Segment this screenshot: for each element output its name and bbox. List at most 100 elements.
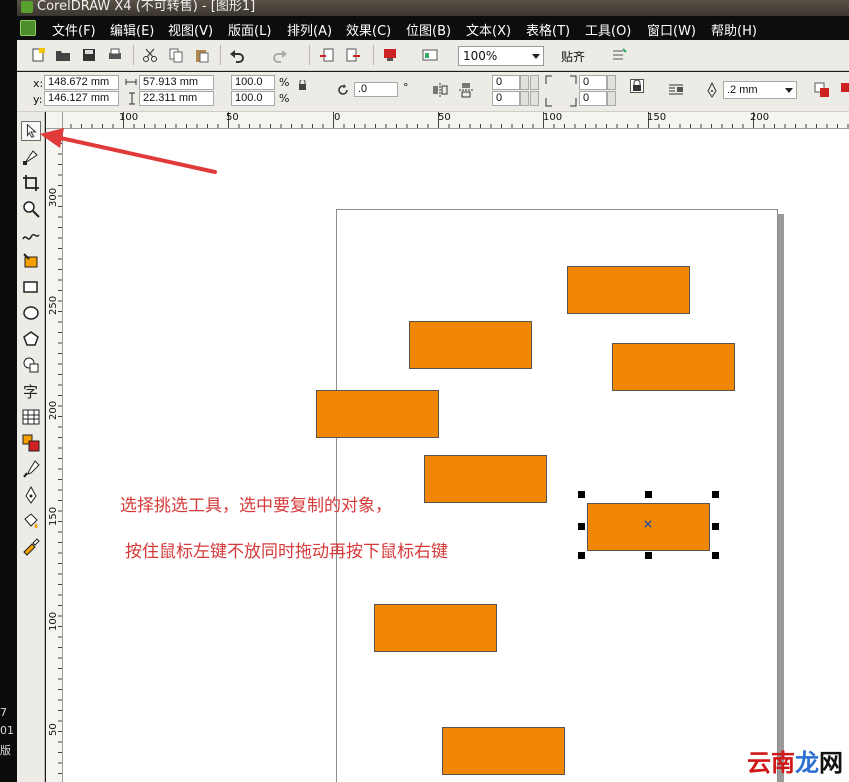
to-back-icon[interactable] [840, 82, 849, 98]
options-icon[interactable] [611, 47, 627, 63]
menu-file[interactable]: 文件(F) [52, 20, 96, 39]
freehand-tool-icon[interactable] [21, 225, 41, 245]
ellipse-tool-icon[interactable] [21, 303, 41, 323]
polygon-tool-icon[interactable] [21, 329, 41, 349]
orange-rectangle[interactable] [409, 321, 532, 369]
corner-radius-bottom-right-spinner[interactable] [607, 91, 616, 106]
height-icon [129, 92, 135, 105]
toolbox: 字 [17, 112, 45, 782]
zoom-tool-icon[interactable] [21, 199, 41, 219]
menu-view[interactable]: 视图(V) [168, 20, 213, 39]
application-launcher-icon[interactable] [382, 47, 398, 63]
rotation-angle-field[interactable]: .0 [354, 82, 398, 97]
object-width-field[interactable]: 57.913 mm [139, 75, 214, 90]
drawing-canvas[interactable]: × 选择挑选工具，选中要复制的对象， 按住鼠标左键不放同时拖动再按下鼠标右键 云… [63, 129, 849, 782]
instruction-line-2: 按住鼠标左键不放同时拖动再按下鼠标右键 [125, 542, 448, 562]
selection-handle[interactable] [712, 523, 719, 530]
menu-tools[interactable]: 工具(O) [585, 20, 631, 39]
table-tool-icon[interactable] [21, 407, 41, 427]
menu-text[interactable]: 文本(X) [466, 20, 511, 39]
round-corners-together-lock-icon[interactable] [630, 79, 644, 93]
selection-handle[interactable] [578, 552, 585, 559]
save-icon[interactable] [81, 47, 97, 63]
menu-help[interactable]: 帮助(H) [711, 20, 757, 39]
fill-tool-icon[interactable] [21, 511, 41, 531]
corner-radius-bottom-left[interactable]: 0 [492, 91, 520, 106]
interactive-fill-tool-icon[interactable] [21, 537, 41, 557]
menu-bitmaps[interactable]: 位图(B) [406, 20, 451, 39]
export-icon[interactable] [345, 47, 361, 63]
wrap-paragraph-text-icon[interactable] [668, 82, 684, 98]
chevron-down-icon [532, 54, 540, 59]
y-position-field[interactable]: 146.127 mm [44, 91, 119, 106]
mirror-horizontal-icon[interactable] [432, 82, 448, 98]
import-icon[interactable] [319, 47, 335, 63]
menu-layout[interactable]: 版面(L) [228, 20, 271, 39]
undo-icon[interactable] [229, 47, 245, 63]
cut-icon[interactable] [142, 47, 158, 63]
ruler-label: 200 [750, 112, 770, 123]
menu-window[interactable]: 窗口(W) [647, 20, 696, 39]
text-tool-icon[interactable]: 字 [21, 381, 41, 401]
corner-radius-bottom-left-spinner[interactable] [520, 91, 529, 106]
corner-radius-top-right[interactable]: 0 [579, 75, 607, 90]
print-icon[interactable] [107, 47, 123, 63]
menu-table[interactable]: 表格(T) [526, 20, 570, 39]
interactive-blend-tool-icon[interactable] [21, 433, 41, 453]
corner-bracket-right-icon [570, 75, 577, 107]
zoom-level-select[interactable]: 100% [458, 46, 544, 66]
corner-radius-bottom-left-spinner-2[interactable] [530, 91, 539, 106]
orange-rectangle[interactable] [612, 343, 735, 391]
menu-bar: 文件(F) 编辑(E) 视图(V) 版面(L) 排列(A) 效果(C) 位图(B… [17, 16, 849, 40]
orange-rectangle[interactable] [442, 727, 565, 775]
lock-ratio-icon[interactable] [298, 80, 307, 90]
selection-handle[interactable] [578, 523, 585, 530]
welcome-screen-icon[interactable] [422, 47, 438, 63]
redo-icon[interactable] [272, 47, 288, 63]
outline-width-select[interactable]: .2 mm [723, 81, 797, 99]
menu-edit[interactable]: 编辑(E) [110, 20, 154, 39]
new-document-icon[interactable] [30, 47, 46, 63]
x-position-field[interactable]: 148.672 mm [44, 75, 119, 90]
document-menu-icon[interactable] [20, 20, 36, 36]
orange-rectangle[interactable] [374, 604, 497, 652]
menu-arrange[interactable]: 排列(A) [287, 20, 332, 39]
instruction-line-1: 选择挑选工具，选中要复制的对象， [120, 496, 392, 516]
mirror-vertical-icon[interactable] [458, 82, 474, 98]
basic-shapes-tool-icon[interactable] [21, 355, 41, 375]
scale-y-percent: % [279, 92, 290, 105]
rectangle-tool-icon[interactable] [21, 277, 41, 297]
orange-rectangle[interactable] [316, 390, 439, 438]
eyedropper-tool-icon[interactable] [21, 459, 41, 479]
to-front-icon[interactable] [814, 82, 830, 98]
vertical-ruler[interactable]: 300 250 200 150 100 50 [46, 129, 63, 782]
orange-rectangle[interactable] [424, 455, 547, 503]
standard-toolbar: 100% 贴齐 [17, 40, 849, 71]
orange-rectangle[interactable] [567, 266, 690, 314]
selection-handle[interactable] [645, 491, 652, 498]
y-position-label: y: [33, 93, 43, 106]
scale-y-field[interactable]: 100.0 [231, 91, 275, 106]
copy-icon[interactable] [168, 47, 184, 63]
smart-fill-tool-icon[interactable] [21, 251, 41, 271]
rotation-icon [338, 84, 348, 95]
outline-tool-icon[interactable] [21, 485, 41, 505]
ruler-label: 0 [334, 112, 341, 123]
corner-radius-top-left-spinner-2[interactable] [530, 75, 539, 90]
selection-handle[interactable] [712, 491, 719, 498]
corner-radius-top-left[interactable]: 0 [492, 75, 520, 90]
desktop-text-1: 7 [0, 706, 7, 719]
corner-radius-top-left-spinner[interactable] [520, 75, 529, 90]
scale-x-field[interactable]: 100.0 [231, 75, 275, 90]
open-icon[interactable] [55, 47, 71, 63]
corner-radius-bottom-right[interactable]: 0 [579, 91, 607, 106]
corner-bracket-left-icon [545, 75, 552, 107]
corner-radius-top-right-spinner[interactable] [607, 75, 616, 90]
menu-effects[interactable]: 效果(C) [346, 20, 391, 39]
paste-icon[interactable] [194, 47, 210, 63]
object-height-field[interactable]: 22.311 mm [139, 91, 214, 106]
selection-handle[interactable] [578, 491, 585, 498]
snap-to-button[interactable]: 贴齐 [561, 48, 585, 65]
selection-handle[interactable] [712, 552, 719, 559]
selection-handle[interactable] [645, 552, 652, 559]
